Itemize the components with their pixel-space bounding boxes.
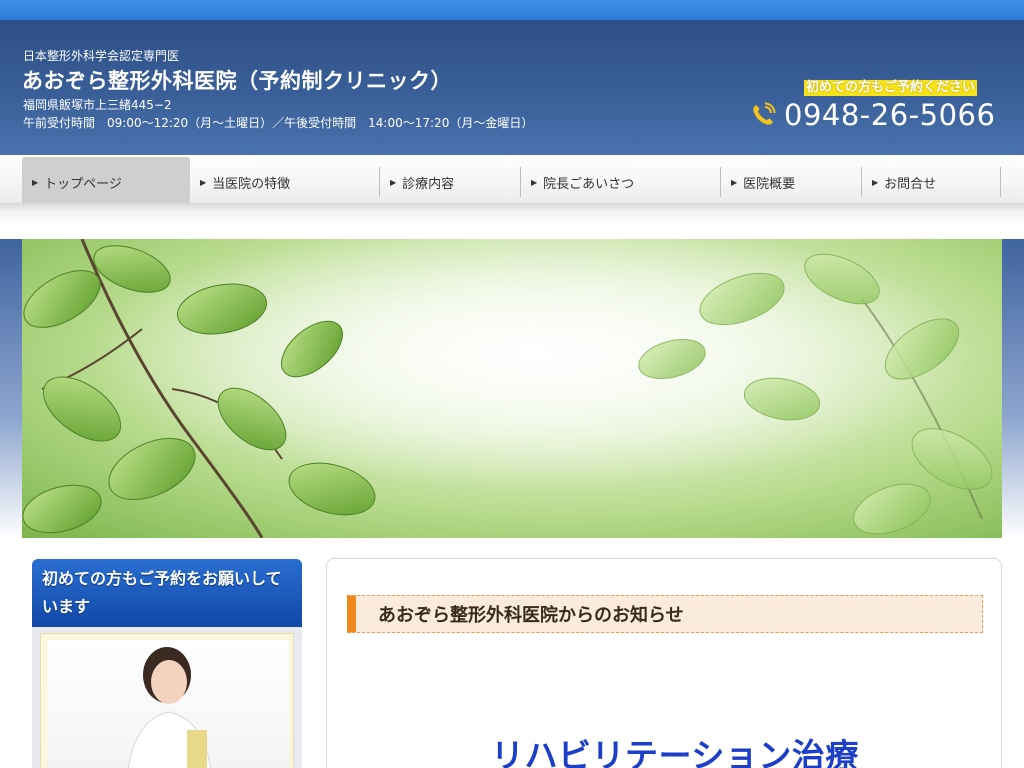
site-header: 日本整形外科学会認定専門医 あおぞら整形外科医院（予約制クリニック） 福岡県飯塚… [0,20,1024,155]
nav-label: 当医院の特徴 [212,176,291,192]
nav-shadow [0,203,1024,239]
nav-label: 院長ごあいさつ [543,176,635,192]
hero-side-strip-left [0,239,22,539]
phone-icon [750,102,776,128]
nav-item-services[interactable]: ▶ 診療内容 [380,167,521,197]
top-accent-bar [0,0,1024,20]
nav-label: 医院概要 [743,176,796,192]
nav-arrow-icon: ▶ [390,177,397,187]
rehabilitation-title: リハビリテーション治療 [491,736,859,768]
nav-item-greeting[interactable]: ▶ 院長ごあいさつ [521,167,721,197]
nav-item-contact[interactable]: ▶ お問合せ [862,167,1001,197]
hero-side-strip-right [1002,239,1024,539]
certification-text: 日本整形外科学会認定専門医 [23,49,180,63]
news-heading: あおぞら整形外科医院からのお知らせ [347,595,983,633]
sidebar-photo-frame [40,633,294,768]
nurse-photo [47,640,289,768]
sidebar-heading: 初めての方もご予約をお願いしています [32,559,302,627]
phone-contact[interactable]: 0948-26-5066 [750,98,995,132]
nav-arrow-icon: ▶ [200,177,207,187]
nav-label: お問合せ [884,176,937,192]
hero-leaves-image [22,239,1002,538]
nav-label: 診療内容 [402,176,455,192]
reservation-notice: 初めての方もご予約ください [804,80,978,96]
nav-arrow-icon: ▶ [872,177,879,187]
nav-item-top[interactable]: ▶ トップページ [22,157,190,207]
main-navigation: ▶ トップページ ▶ 当医院の特徴 ▶ 診療内容 ▶ 院長ごあいさつ ▶ 医院概… [0,155,1024,208]
nav-item-overview[interactable]: ▶ 医院概要 [721,167,862,197]
nav-arrow-icon: ▶ [731,177,738,187]
nav-label: トップページ [44,176,122,192]
nav-arrow-icon: ▶ [531,177,538,187]
clinic-name-logo[interactable]: あおぞら整形外科医院（予約制クリニック） [22,65,452,95]
clinic-address: 福岡県飯塚市上三緒445−2 [23,98,172,112]
clinic-hours: 午前受付時間 09:00〜12:20（月〜土曜日）／午後受付時間 14:00〜1… [23,116,534,130]
sidebar-reservation-box: 初めての方もご予約をお願いしています [32,559,302,768]
main-content-panel: あおぞら整形外科医院からのお知らせ リハビリテーション治療 [326,558,1002,768]
nav-item-features[interactable]: ▶ 当医院の特徴 [190,167,380,197]
phone-number: 0948-26-5066 [784,98,996,132]
nav-arrow-icon: ▶ [32,177,39,187]
